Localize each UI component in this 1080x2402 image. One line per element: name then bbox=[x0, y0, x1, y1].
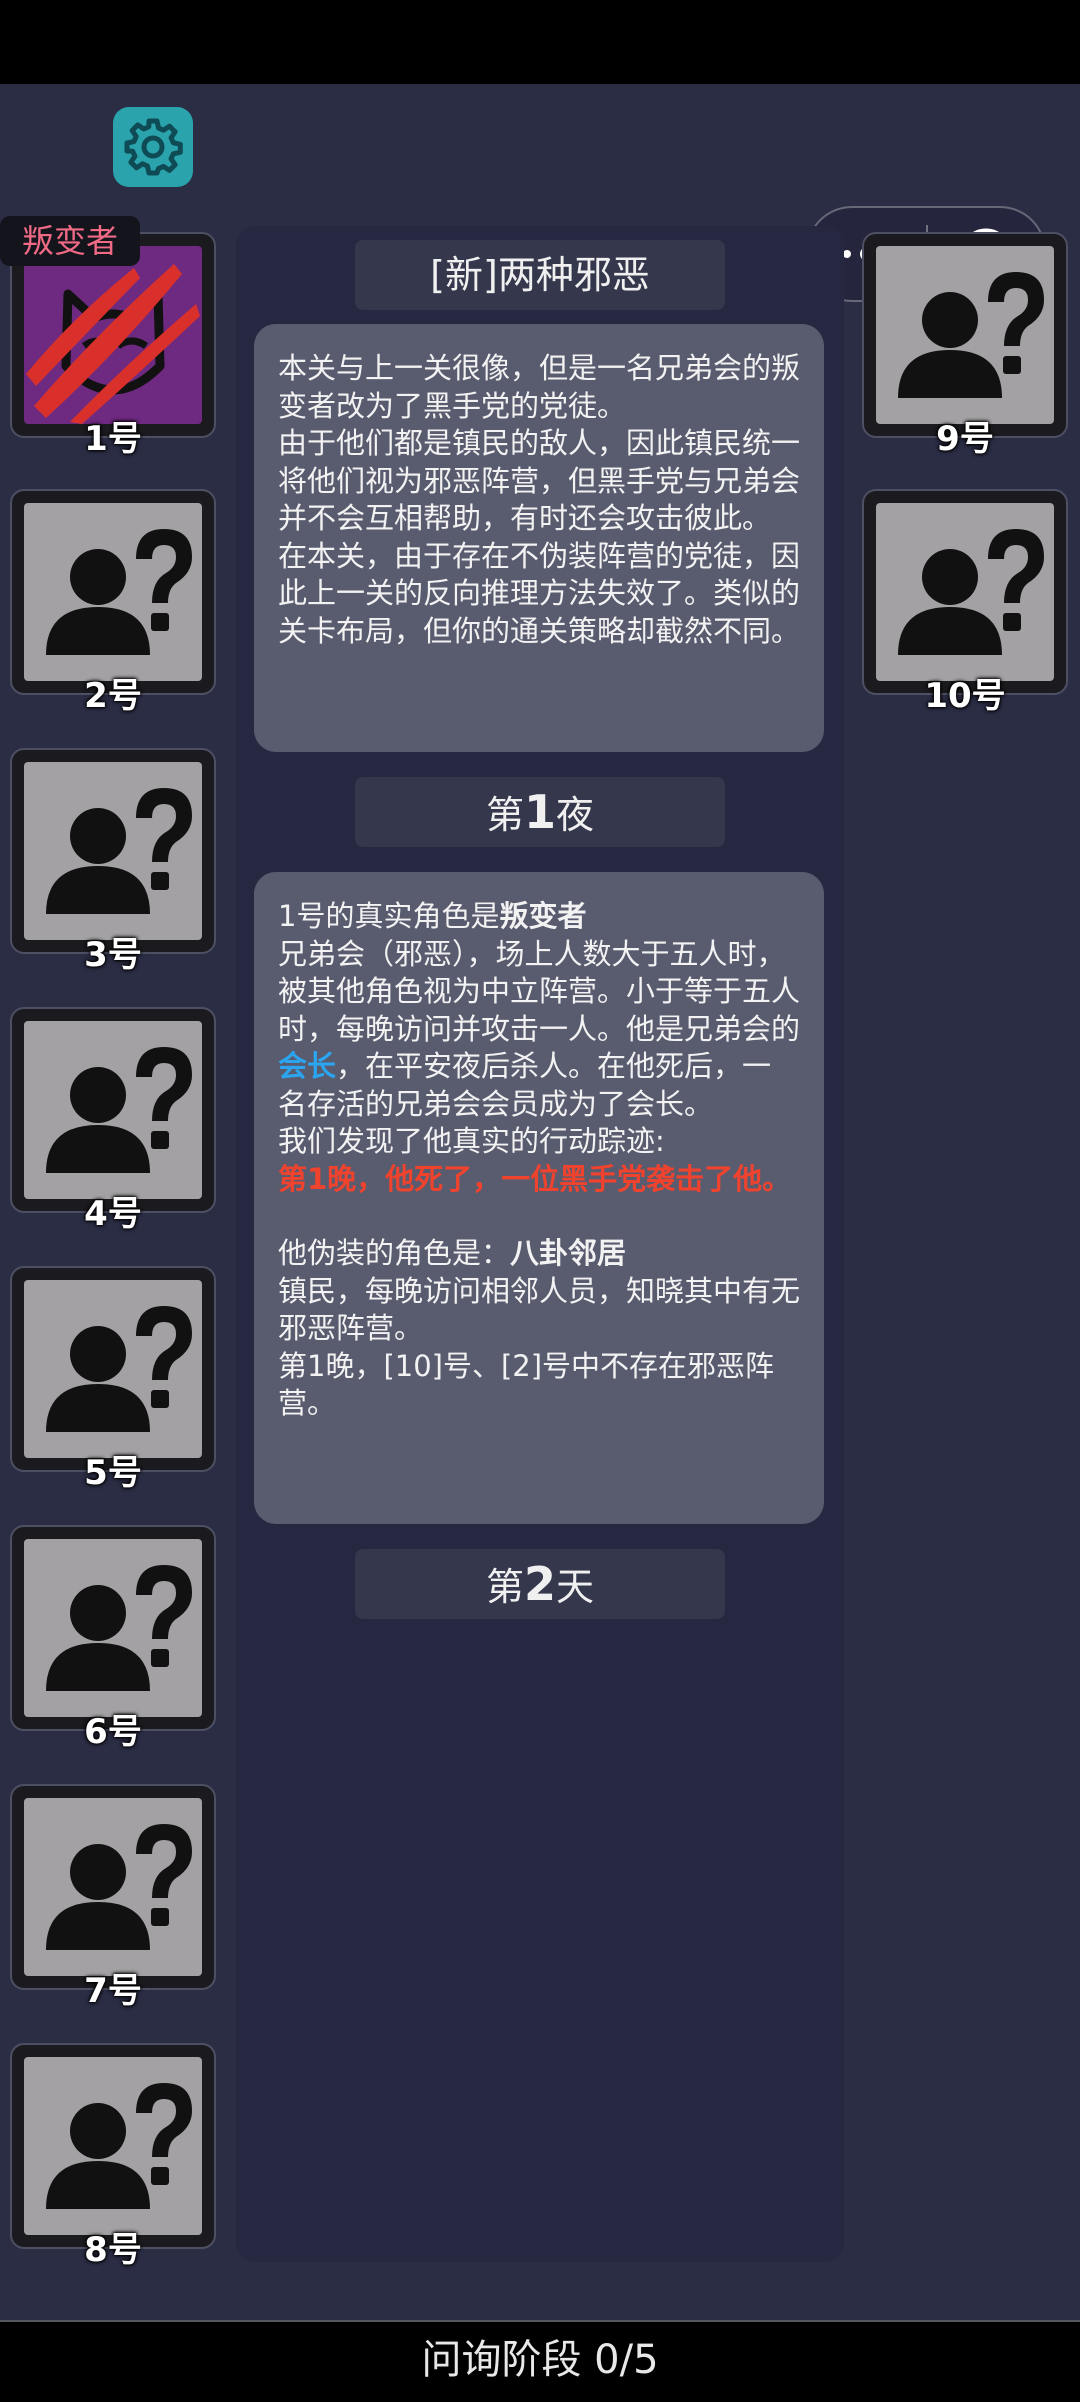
disguise-name: 八卦邻居 bbox=[510, 1236, 627, 1270]
player-card-3[interactable]: 3号 bbox=[10, 748, 216, 975]
disguise-line: 他伪装的角色是：八卦邻居 bbox=[278, 1236, 627, 1270]
player-portrait bbox=[24, 1280, 202, 1458]
player-portrait bbox=[24, 1798, 202, 1976]
player-number: 7号 bbox=[84, 1971, 142, 2011]
unknown-person-icon bbox=[46, 1047, 192, 1173]
player-role-tag: 叛变者 bbox=[0, 216, 141, 266]
player-portrait bbox=[24, 503, 202, 681]
player-card-6[interactable]: 6号 bbox=[10, 1525, 216, 1752]
unknown-person-icon bbox=[46, 1824, 192, 1950]
player-card-9[interactable]: 9号 bbox=[862, 232, 1068, 459]
player-card-10[interactable]: 10号 bbox=[862, 489, 1068, 716]
player-portrait bbox=[24, 246, 202, 424]
intro-paragraph: 本关与上一关很像，但是一名兄弟会的叛变者改为了黑手党的党徒。 bbox=[278, 351, 801, 423]
unknown-person-icon bbox=[46, 2083, 192, 2209]
disguise-description: 镇民，每晚访问相邻人员，知晓其中有无邪恶阵营。 bbox=[278, 1273, 801, 1346]
unknown-person-icon bbox=[46, 1565, 192, 1691]
player-card-4[interactable]: 4号 bbox=[10, 1007, 216, 1234]
player-number: 5号 bbox=[84, 1453, 142, 1493]
role-name: 叛变者 bbox=[499, 899, 587, 933]
trace-label: 我们发现了他真实的行动踪迹: bbox=[278, 1124, 665, 1158]
day-2-banner: 第2天 bbox=[355, 1549, 725, 1619]
disguise-result: 第1晚，[10]号、[2]号中不存在邪恶阵营。 bbox=[278, 1348, 775, 1421]
player-portrait bbox=[24, 1539, 202, 1717]
role-description: 兄弟会（邪恶），场上人数大于五人时，被其他角色视为中立阵营。小于等于五人时，每晚… bbox=[278, 936, 801, 1121]
level-intro-card: 本关与上一关很像，但是一名兄弟会的叛变者改为了黑手党的党徒。 由于他们都是镇民的… bbox=[254, 324, 824, 752]
unknown-person-icon bbox=[898, 272, 1044, 398]
claw-mask-icon bbox=[26, 264, 200, 424]
intro-paragraph: 在本关，由于存在不伪装阵营的党徒，因此上一关的反向推理方法失效了。类似的关卡布局… bbox=[278, 538, 801, 648]
player-card-2[interactable]: 2号 bbox=[10, 489, 216, 716]
unknown-person-icon bbox=[46, 529, 192, 655]
role-line: 1号的真实角色是叛变者 bbox=[278, 899, 587, 933]
player-portrait bbox=[24, 2057, 202, 2235]
player-portrait bbox=[24, 1021, 202, 1199]
settings-button[interactable] bbox=[113, 107, 193, 187]
leader-keyword[interactable]: 会长 bbox=[278, 1049, 336, 1083]
player-card-5[interactable]: 5号 bbox=[10, 1266, 216, 1493]
gear-icon bbox=[124, 118, 183, 176]
trace-result: 第1晚，他死了，一位黑手党袭击了他。 bbox=[278, 1161, 792, 1196]
unknown-person-icon bbox=[46, 1306, 192, 1432]
level-title-banner: [新]两种邪恶 bbox=[355, 240, 725, 310]
player-number: 3号 bbox=[84, 935, 142, 975]
player-portrait bbox=[876, 503, 1054, 681]
player-portrait bbox=[876, 246, 1054, 424]
player-number: 4号 bbox=[84, 1194, 142, 1234]
player-number: 8号 bbox=[84, 2230, 142, 2270]
status-bar bbox=[0, 0, 1080, 84]
night-1-banner: 第1夜 bbox=[355, 777, 725, 847]
role-reveal-card: 1号的真实角色是叛变者 兄弟会（邪恶），场上人数大于五人时，被其他角色视为中立阵… bbox=[254, 872, 824, 1524]
player-number: 9号 bbox=[936, 419, 994, 459]
unknown-person-icon bbox=[46, 788, 192, 914]
phase-status-bar: 问询阶段 0/5 bbox=[0, 2320, 1080, 2402]
player-card-7[interactable]: 7号 bbox=[10, 1784, 216, 2011]
unknown-person-icon bbox=[898, 529, 1044, 655]
player-card-8[interactable]: 8号 bbox=[10, 2043, 216, 2270]
player-number: 6号 bbox=[84, 1712, 142, 1752]
player-number: 10号 bbox=[924, 676, 1006, 716]
player-number: 2号 bbox=[84, 676, 142, 716]
player-number: 1号 bbox=[84, 419, 142, 459]
intro-paragraph: 由于他们都是镇民的敌人，因此镇民统一将他们视为邪恶阵营，但黑手党与兄弟会并不会互… bbox=[278, 426, 801, 535]
player-portrait bbox=[24, 762, 202, 940]
